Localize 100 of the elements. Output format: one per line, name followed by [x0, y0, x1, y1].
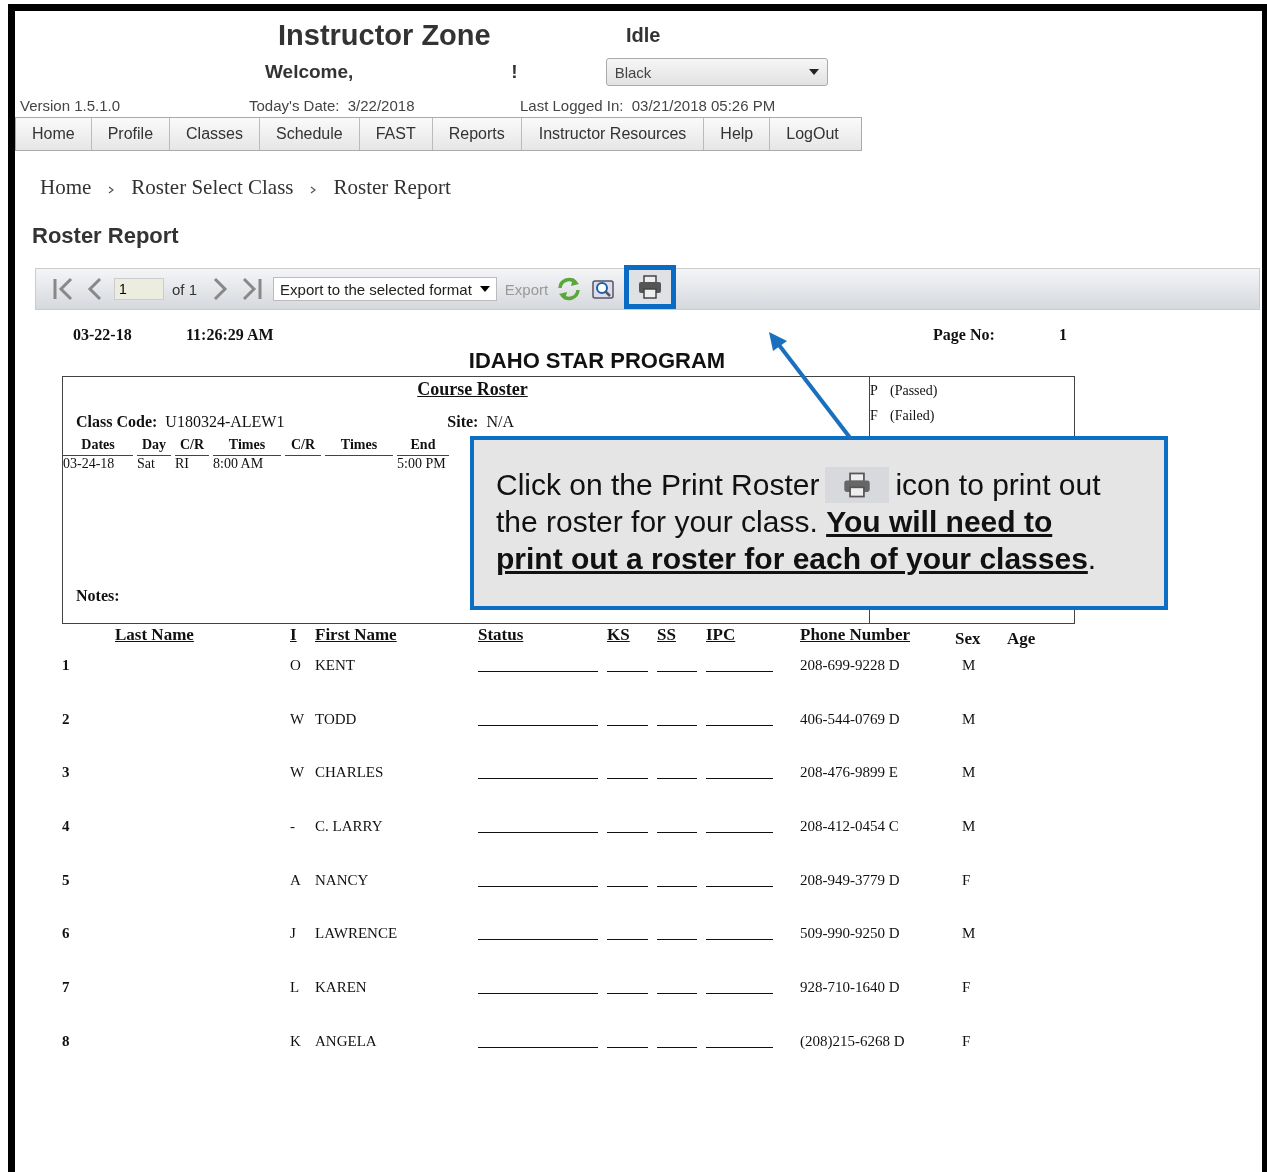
column-header: First Name: [315, 624, 398, 646]
page-field[interactable]: 1: [114, 278, 164, 300]
page-count: of 1: [172, 280, 198, 298]
date-text: Today's Date: 3/22/2018: [249, 96, 416, 114]
table-cell-text: M: [961, 924, 977, 944]
breadcrumb-link[interactable]: Roster Report: [333, 174, 451, 200]
table-cell-text: M: [961, 709, 977, 729]
schedule-header: C/R: [175, 437, 209, 456]
table-cell-text: KENT: [315, 656, 356, 675]
print-icon[interactable]: [637, 274, 664, 300]
schedule-header: Dates: [63, 437, 133, 456]
table-cell-text: 208-476-9899 E: [800, 763, 899, 783]
report-date: 03-22-18: [73, 326, 133, 345]
column-header: Sex: [955, 628, 982, 650]
schedule-header: C/R: [285, 437, 321, 456]
row-number: 1: [62, 656, 71, 675]
table-cell-text: -: [290, 817, 296, 837]
row-number: 7: [62, 978, 71, 998]
nav-tab[interactable]: Help: [704, 118, 771, 150]
refresh-icon[interactable]: [556, 276, 583, 302]
schedule-value: RI: [175, 456, 190, 472]
page-number: 1: [1059, 326, 1067, 345]
schedule-header: Times: [213, 437, 281, 456]
table-cell-text: F: [961, 1031, 972, 1051]
page-label: Page No:: [933, 326, 996, 346]
schedule-header: Times: [325, 437, 393, 456]
row-number: 4: [62, 817, 71, 837]
notes-label: Notes:: [76, 587, 120, 605]
caret-icon: [479, 286, 490, 292]
class-code: U180324-ALEW1: [165, 413, 286, 431]
report-time: 11:26:29 AM: [186, 326, 275, 345]
table-cell-text: L: [290, 978, 301, 998]
report-title: IDAHO STAR PROGRAM: [467, 348, 727, 375]
export-select[interactable]: Export to the selected format: [273, 277, 497, 301]
nav-tab[interactable]: Profile: [91, 118, 171, 150]
table-cell-text: F: [961, 978, 972, 998]
table-cell-text: NANCY: [315, 870, 370, 890]
table-cell-text: F: [961, 870, 972, 890]
table-cell-text: O: [290, 656, 302, 675]
table-cell-text: CHARLES: [315, 763, 385, 783]
field-label: Site:: [447, 413, 479, 431]
chevron-icon: [108, 186, 115, 194]
schedule-value: 8:00 AM: [213, 456, 265, 472]
print-icon: [825, 466, 890, 503]
column-header: Age: [1007, 628, 1037, 650]
field-label: Class Code:: [76, 413, 158, 431]
version-text: Version 1.5.1.0: [20, 96, 122, 114]
column-header: Phone Number: [800, 624, 912, 646]
schedule-value: 5:00 PM: [397, 456, 447, 472]
nav-tab[interactable]: Classes: [170, 118, 260, 150]
legend-code: P: [870, 383, 879, 400]
schedule-value: Sat: [137, 456, 156, 472]
table-cell-text: J: [290, 924, 297, 944]
row-number: 6: [62, 924, 71, 944]
table-cell-text: K: [290, 1031, 302, 1051]
legend-text: (Passed): [890, 383, 938, 400]
nav-tab[interactable]: LogOut: [770, 118, 855, 150]
column-header: KS: [607, 624, 631, 646]
breadcrumb-link[interactable]: Home: [40, 174, 92, 200]
table-cell-text: 509-990-9250 D: [800, 924, 901, 944]
table-cell-text: 208-412-0454 C: [800, 817, 900, 837]
nav-tab[interactable]: Instructor Resources: [521, 118, 705, 150]
breadcrumb-link[interactable]: Roster Select Class: [131, 174, 294, 200]
table-cell-text: M: [961, 656, 977, 675]
callout-text: icon to print out: [895, 467, 1101, 503]
legend-code: F: [870, 408, 879, 425]
column-header: SS: [657, 624, 677, 646]
table-cell-text: 406-544-0769 D: [800, 709, 901, 729]
nav-tab[interactable]: FAST: [359, 118, 433, 150]
table-cell-text: TODD: [315, 709, 358, 729]
welcome-text: !: [511, 61, 518, 83]
page-heading: Roster Report: [32, 223, 180, 250]
app-title: Instructor Zone: [278, 18, 492, 52]
table-cell-text: W: [290, 763, 306, 783]
theme-select[interactable]: Black: [605, 58, 828, 86]
column-header: Last Name: [115, 624, 195, 646]
welcome-text: Welcome,: [265, 61, 354, 83]
legend-text: (Failed): [890, 408, 935, 425]
nav-tab[interactable]: Reports: [432, 118, 522, 150]
table-cell-text: 208-699-9228 D: [800, 656, 901, 675]
table-cell-text: M: [961, 817, 977, 837]
column-header: IPC: [706, 624, 737, 646]
row-number: 8: [62, 1031, 71, 1051]
column-header: I: [290, 624, 298, 646]
caret-icon: [808, 69, 819, 75]
table-cell-text: C. LARRY: [315, 817, 384, 837]
table-cell-text: KAREN: [315, 978, 368, 998]
site-value: N/A: [486, 413, 514, 431]
table-cell-text: LAWRENCE: [315, 924, 399, 944]
table-cell-text: (208)215-6268 D: [800, 1031, 906, 1051]
table-cell-text: 928-710-1640 D: [800, 978, 901, 998]
row-number: 5: [62, 870, 71, 890]
schedule-header: End: [397, 437, 449, 456]
callout-text: the roster for your class. You will need to print out a roster for each of your classes.: [496, 504, 1098, 577]
nav-tab[interactable]: Schedule: [259, 118, 360, 150]
course-heading: Course Roster: [416, 379, 529, 401]
table-cell-text: 208-949-3779 D: [800, 870, 901, 890]
nav-tab[interactable]: Home: [16, 118, 92, 150]
status-label: Idle: [626, 23, 661, 47]
table-cell-text: ANGELA: [315, 1031, 378, 1051]
